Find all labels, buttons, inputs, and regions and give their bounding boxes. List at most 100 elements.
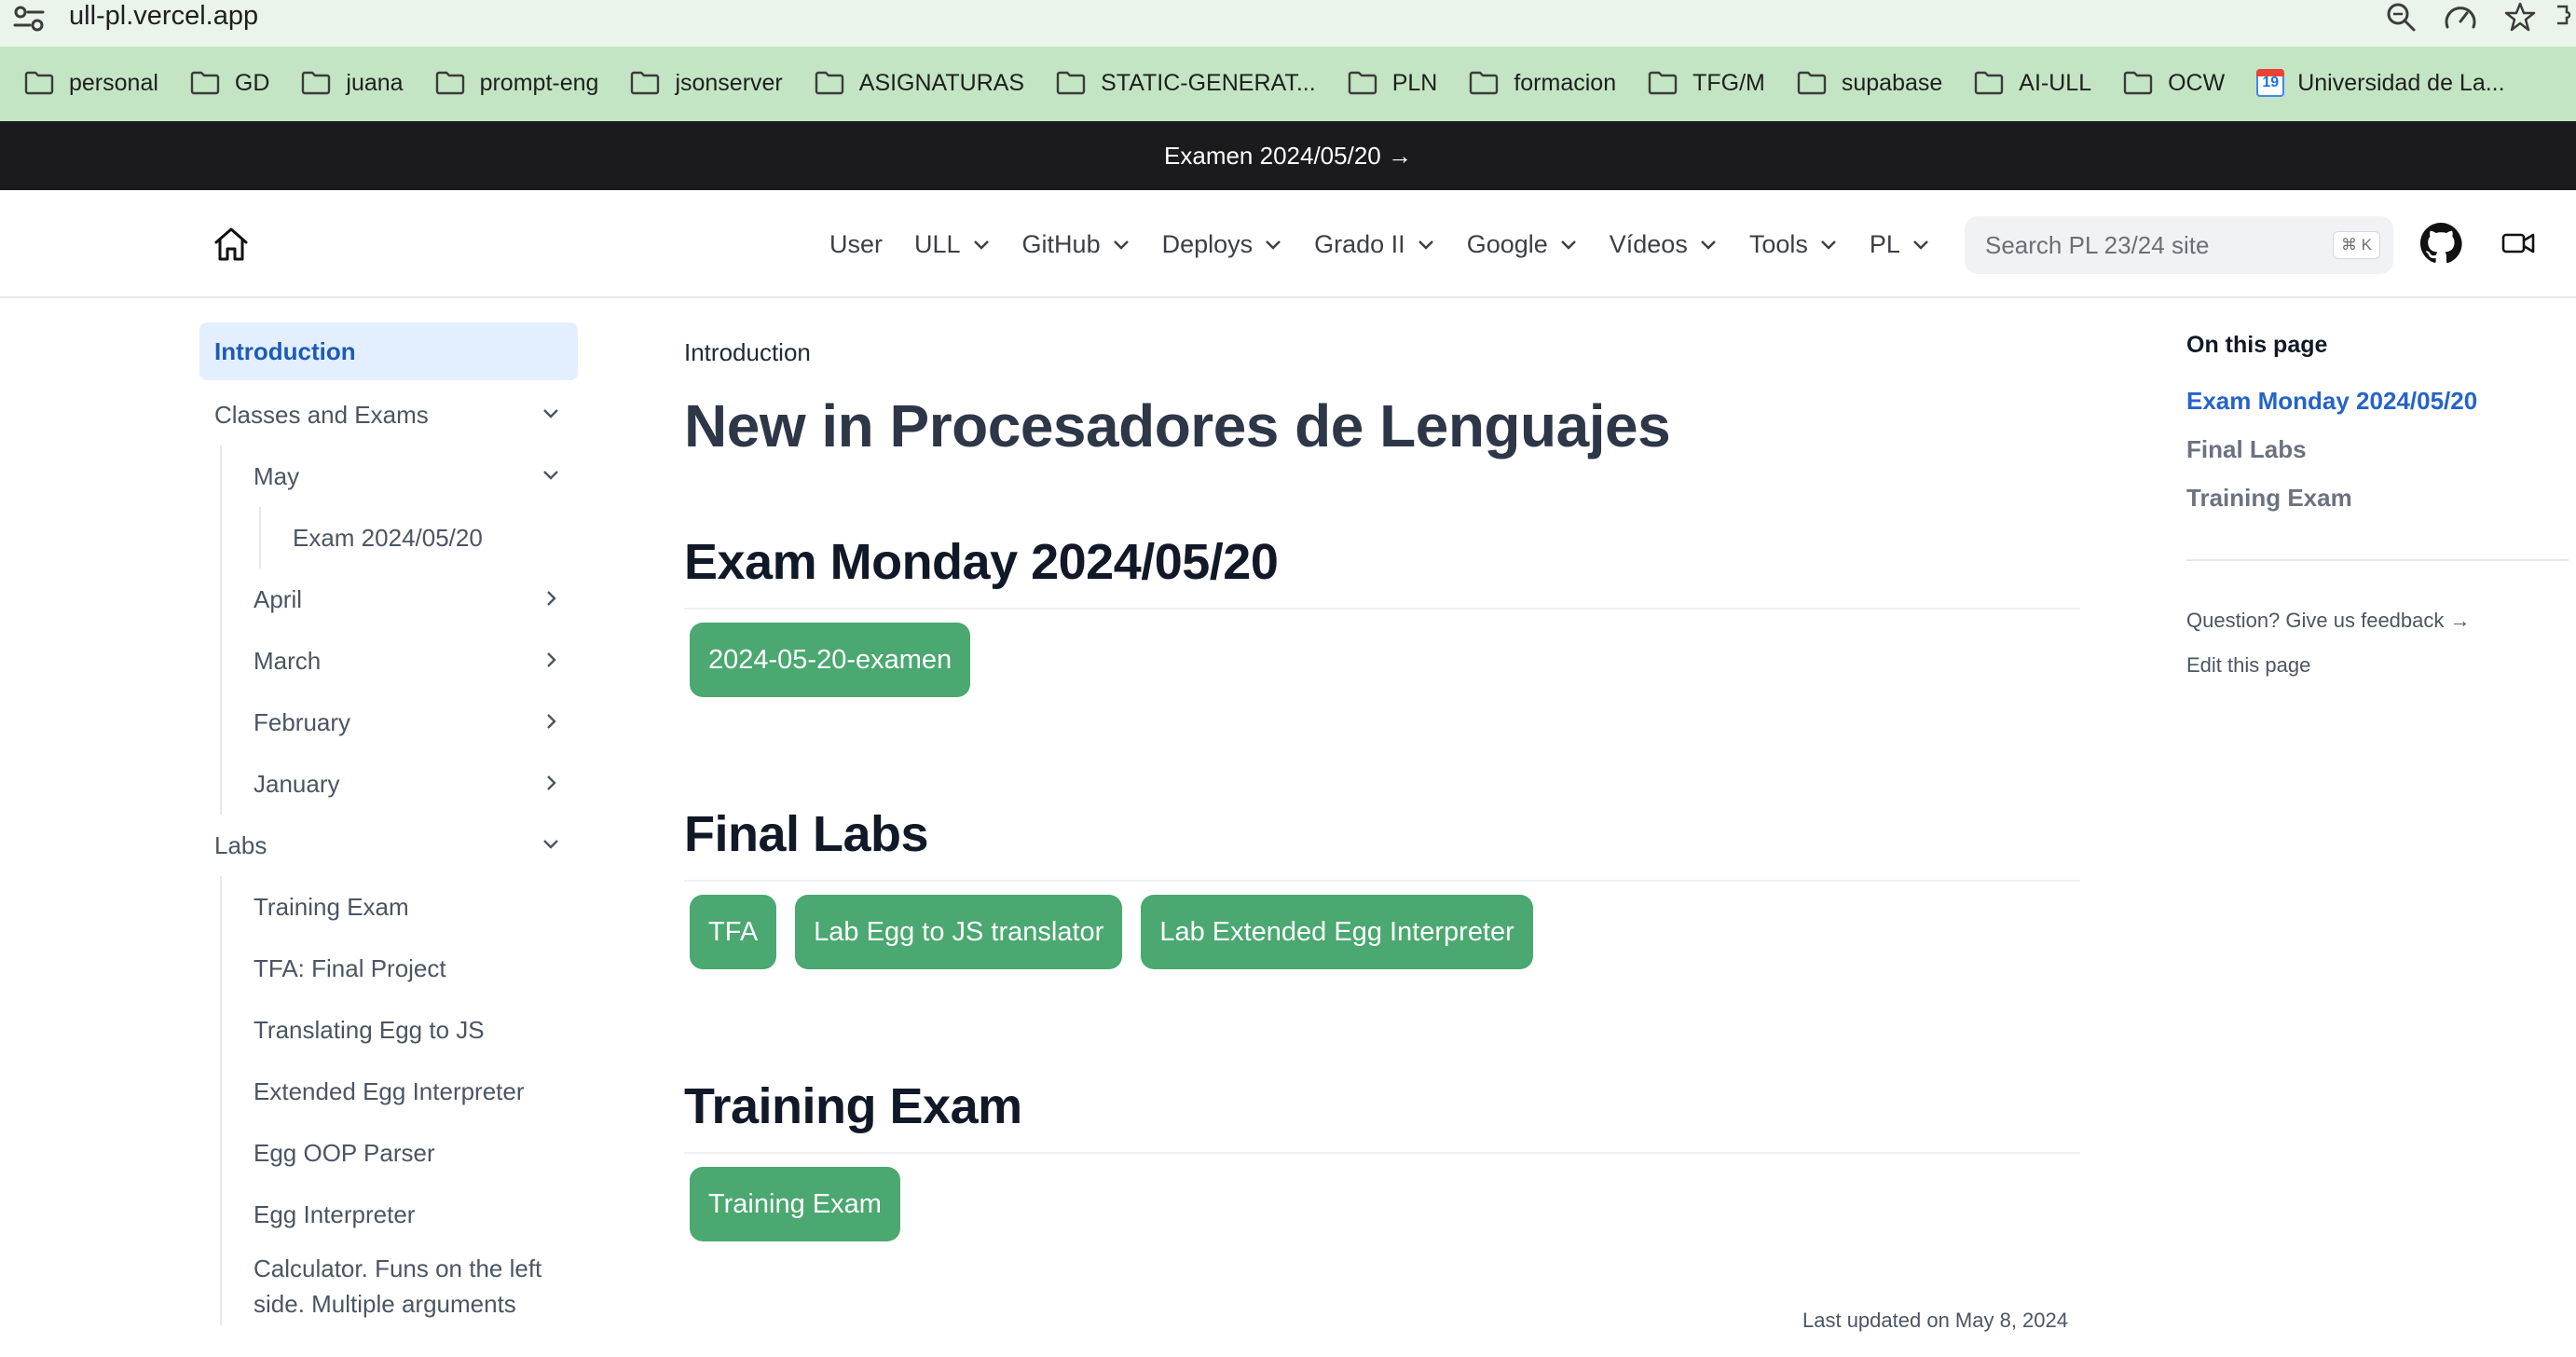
search-input[interactable] <box>1985 216 2321 274</box>
section-heading: Exam Monday 2024/05/20 <box>684 534 1279 590</box>
folder-icon <box>631 71 660 95</box>
sidebar-item-april[interactable]: April <box>199 569 578 630</box>
lab-egg-to-js-button[interactable]: Lab Egg to JS translator <box>795 895 1123 969</box>
bookmark-link[interactable]: 19 Universidad de La... <box>2251 62 2517 104</box>
divider <box>684 1152 2080 1154</box>
announcement-link[interactable]: Examen 2024/05/20 → <box>1164 142 1412 171</box>
sidebar-item-egg-oop-parser[interactable]: Egg OOP Parser <box>199 1122 578 1184</box>
bookmark-folder[interactable]: PLN <box>1342 62 1451 104</box>
sidebar-item-may[interactable]: May <box>199 445 578 507</box>
toc-link-exam-monday[interactable]: Exam Monday 2024/05/20 <box>2186 377 2569 425</box>
bookmark-label: STATIC-GENERAT... <box>1101 69 1316 96</box>
lab-extended-egg-button[interactable]: Lab Extended Egg Interpreter <box>1141 895 1533 969</box>
nav-pl[interactable]: PL <box>1870 230 1930 259</box>
bookmark-folder[interactable]: jsonserver <box>624 62 795 104</box>
sidebar-item-extended-egg-interpreter[interactable]: Extended Egg Interpreter <box>199 1061 578 1122</box>
home-icon[interactable] <box>211 224 255 267</box>
sidebar-item-training-exam[interactable]: Training Exam <box>199 876 578 938</box>
bookmark-folder[interactable]: STATIC-GENERAT... <box>1050 62 1329 104</box>
nav-videos[interactable]: Vídeos <box>1610 230 1718 259</box>
sidebar-item-exam-2024-05-20[interactable]: Exam 2024/05/20 <box>199 507 578 569</box>
sidebar-item-calculator[interactable]: Calculator. Funs on the left side. Multi… <box>199 1245 578 1325</box>
sidebar-item-labs[interactable]: Labs <box>199 815 578 876</box>
sidebar-item-february[interactable]: February <box>199 692 578 753</box>
folder-icon <box>302 71 331 95</box>
section-heading: Final Labs <box>684 806 929 862</box>
sidebar-item-tfa-final-project[interactable]: TFA: Final Project <box>199 938 578 999</box>
page-title: New in Procesadores de Lenguajes <box>684 392 1671 459</box>
folder-icon <box>1348 71 1377 95</box>
sidebar-item-january[interactable]: January <box>199 753 578 815</box>
bookmarks-bar: personal GD juana prompt-eng jsonserver … <box>0 62 2531 104</box>
breadcrumb[interactable]: Introduction <box>684 322 2080 382</box>
sidebar-item-translating-egg-to-js[interactable]: Translating Egg to JS <box>199 999 578 1061</box>
tfa-button[interactable]: TFA <box>690 895 777 969</box>
folder-icon <box>24 71 54 95</box>
sidebar-item-introduction[interactable]: Introduction <box>199 322 578 380</box>
bookmark-label: supabase <box>1841 69 1943 96</box>
nav-user[interactable]: User <box>829 230 883 259</box>
chevron-down-icon <box>1418 240 1433 250</box>
search-shortcut-badge: ⌘ K <box>2332 231 2380 259</box>
chevron-down-icon <box>543 471 558 480</box>
bookmark-star-icon[interactable] <box>2490 0 2550 34</box>
chevron-right-icon <box>547 591 556 606</box>
url-text[interactable]: ull-pl.vercel.app <box>69 0 258 32</box>
bookmark-label: personal <box>69 69 158 96</box>
bookmark-label: AI-ULL <box>2019 69 2092 96</box>
address-bar[interactable]: ull-pl.vercel.app <box>0 0 2576 47</box>
site-settings-icon[interactable] <box>11 2 52 35</box>
toc-link-training-exam[interactable]: Training Exam <box>2186 473 2569 522</box>
video-camera-icon[interactable] <box>2501 229 2535 259</box>
search-box[interactable]: ⌘ K <box>1965 216 2393 274</box>
nav-github[interactable]: GitHub <box>1022 230 1130 259</box>
divider <box>684 880 2080 882</box>
bookmark-label: OCW <box>2168 69 2226 96</box>
sidebar-item-classes-and-exams[interactable]: Classes and Exams <box>199 384 578 445</box>
chevron-down-icon <box>973 240 989 250</box>
toc-link-final-labs[interactable]: Final Labs <box>2186 425 2569 473</box>
chevron-down-icon <box>543 840 558 849</box>
github-icon[interactable] <box>2419 222 2464 267</box>
bookmark-folder[interactable]: supabase <box>1791 62 1955 104</box>
folder-icon <box>815 71 843 95</box>
sidebar-item-march[interactable]: March <box>199 630 578 692</box>
chevron-right-icon <box>547 714 556 729</box>
bookmark-folder[interactable]: prompt-eng <box>430 62 612 104</box>
folder-icon <box>190 71 220 95</box>
chevron-down-icon <box>1700 240 1716 250</box>
bookmark-folder[interactable]: ASIGNATURAS <box>809 62 1037 104</box>
folder-icon <box>1797 71 1827 95</box>
bookmark-folder[interactable]: OCW <box>2117 62 2238 104</box>
extensions-icon[interactable] <box>2550 0 2576 34</box>
zoom-icon[interactable] <box>2371 0 2431 34</box>
section-final-labs: Final Labs TFA Lab Egg to JS translator … <box>684 802 2080 969</box>
bookmark-label: PLN <box>1391 69 1438 96</box>
bookmark-folder[interactable]: juana <box>295 62 416 104</box>
last-updated: Last updated on May 8, 2024 <box>1802 1309 2068 1332</box>
bookmark-folder[interactable]: AI-ULL <box>1968 62 2104 104</box>
chevron-down-icon <box>1113 240 1129 250</box>
table-of-contents: On this page Exam Monday 2024/05/20 Fina… <box>2186 332 2569 688</box>
bookmark-folder[interactable]: formacion <box>1463 62 1629 104</box>
nav-deploys[interactable]: Deploys <box>1162 230 1283 259</box>
bookmark-folder[interactable]: TFG/M <box>1642 62 1778 104</box>
exam-2024-05-20-button[interactable]: 2024-05-20-examen <box>690 623 971 697</box>
folder-icon <box>435 71 464 95</box>
performance-icon[interactable] <box>2431 0 2490 34</box>
feedback-link[interactable]: Question? Give us feedback → <box>2186 598 2569 643</box>
training-exam-button[interactable]: Training Exam <box>690 1167 900 1241</box>
bookmark-folder[interactable]: personal <box>19 62 171 104</box>
sidebar-item-egg-interpreter[interactable]: Egg Interpreter <box>199 1184 578 1245</box>
chevron-down-icon <box>543 409 558 418</box>
nav-tools[interactable]: Tools <box>1749 230 1838 259</box>
nav-google[interactable]: Google <box>1467 230 1578 259</box>
chevron-down-icon <box>1820 240 1836 250</box>
folder-icon <box>1648 71 1678 95</box>
chevron-down-icon <box>1266 240 1281 250</box>
nav-ull[interactable]: ULL <box>914 230 991 259</box>
announcement-banner: Examen 2024/05/20 → <box>0 121 2576 190</box>
edit-page-link[interactable]: Edit this page <box>2186 643 2569 688</box>
nav-grado-ii[interactable]: Grado II <box>1314 230 1435 259</box>
bookmark-folder[interactable]: GD <box>185 62 283 104</box>
